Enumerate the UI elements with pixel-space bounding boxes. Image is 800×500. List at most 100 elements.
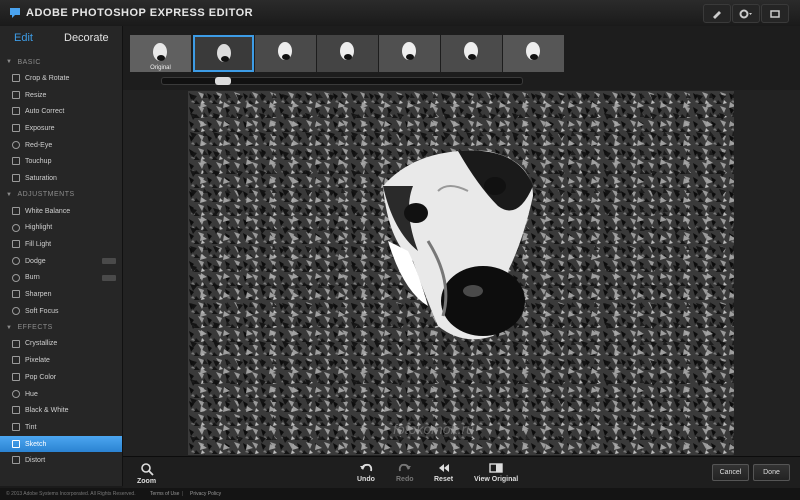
preset-thumbnail-5[interactable] [441,35,502,72]
view-original-button[interactable]: View Original [474,462,518,483]
pen-icon [713,10,721,19]
cancel-button[interactable]: Cancel [712,464,749,481]
undo-button[interactable]: Undo [357,462,375,483]
tab-decorate[interactable]: Decorate [64,32,109,44]
footer: © 2013 Adobe Systems Incorporated. All R… [0,488,800,500]
tool-sharpen[interactable]: Sharpen [0,286,122,303]
tool-sketch[interactable]: Sketch [0,435,122,453]
crystallize-icon [12,339,20,348]
scrollbar-knob[interactable] [215,77,231,85]
preset-thumbnail-4[interactable] [379,35,440,72]
tool-hue[interactable]: Hue [0,386,122,403]
tint-icon [12,423,20,432]
badge [102,257,116,264]
preset-thumbnail-3[interactable] [317,35,378,72]
white-balance-icon [12,206,20,215]
tool-soft-focus[interactable]: Soft Focus [0,303,122,320]
tool-burn[interactable]: Burn [0,270,122,287]
tool-highlight[interactable]: Highlight [0,220,122,237]
badge [102,274,116,281]
sidebar-tabs: Edit Decorate [0,26,122,48]
auto-correct-icon [12,107,20,116]
pixelate-icon [12,356,20,365]
preset-scrollbar[interactable] [161,77,523,85]
magnifier-icon [140,463,154,476]
section-header-effects[interactable]: ▼ EFFECTS [0,320,122,336]
soft-focus-icon [12,306,20,315]
tab-edit[interactable]: Edit [14,32,33,44]
tool-crop-rotate[interactable]: Crop & Rotate [0,70,122,87]
app-logo-icon [10,8,20,18]
preset-thumbnail-original[interactable]: Original [130,35,191,72]
collapse-arrow-icon: ▼ [6,59,13,65]
undo-icon [359,463,373,472]
collapse-arrow-icon: ▼ [6,191,13,198]
thumbnail-image [317,35,378,72]
sidebar: Edit Decorate ▼ BASIC Crop & Rotate Resiz… [0,26,123,486]
sharpen-icon [12,290,20,299]
canvas-area: fotokomok.ru [123,90,800,456]
preset-thumbnail-6[interactable] [503,35,564,72]
thumbnail-image [441,35,502,72]
reset-button[interactable]: Reset [434,462,453,483]
fullscreen-button[interactable] [761,4,789,23]
distort-icon [12,456,20,465]
tool-fill-light[interactable]: Fill Light [0,236,122,253]
tool-pixelate[interactable]: Pixelate [0,352,122,369]
touchup-icon [12,157,20,166]
done-button[interactable]: Done [753,464,790,481]
tool-resize[interactable]: Resize [0,87,122,104]
rewind-icon [438,464,449,472]
burn-icon [12,273,20,282]
black-white-icon [12,406,20,415]
tool-auto-correct[interactable]: Auto Correct [0,103,122,120]
dodge-icon [12,256,20,265]
thumbnail-image [503,35,564,72]
tool-tint[interactable]: Tint [0,419,122,436]
pop-color-icon [12,373,20,381]
privacy-link[interactable]: Privacy Policy [190,491,221,497]
tool-pop-color[interactable]: Pop Color [0,369,122,386]
zoom-button[interactable]: Zoom [137,462,156,485]
tool-crystallize[interactable]: Crystallize [0,336,122,353]
bottom-toolbar: Zoom Undo Redo Reset View Original Cance… [123,456,800,489]
highlight-icon [12,223,20,232]
watermark-text: fotokomok.ru [393,421,474,437]
preset-strip: Original [123,26,800,90]
hue-icon [12,389,20,398]
title-bar: ADOBE PHOTOSHOP EXPRESS EDITOR [0,0,800,27]
thumbnail-image [255,35,316,72]
tool-distort[interactable]: Distort [0,452,122,469]
sketch-icon [12,439,20,448]
pen-button[interactable] [703,4,731,23]
tool-dodge[interactable]: Dodge [0,253,122,270]
dog-sketch-image [188,91,734,455]
collapse-arrow-icon: ▼ [6,324,13,331]
tool-black-white[interactable]: Black & White [0,402,122,419]
section-header-basic[interactable]: ▼ BASIC [0,54,122,70]
saturation-icon [12,174,20,183]
thumbnail-label: Original [150,65,171,71]
tool-touchup[interactable]: Touchup [0,153,122,170]
eye-icon [12,140,20,149]
section-header-adjustments[interactable]: ▼ ADJUSTMENTS [0,187,122,203]
resize-icon [12,90,20,99]
redo-button[interactable]: Redo [396,462,414,483]
photo-canvas[interactable]: fotokomok.ru [188,91,734,455]
redo-icon [398,463,411,472]
crop-icon [12,74,20,82]
terms-link[interactable]: Terms of Use [150,491,179,497]
tool-red-eye[interactable]: Red-Eye [0,137,122,154]
tool-saturation[interactable]: Saturation [0,170,122,187]
settings-button[interactable] [732,4,760,23]
preset-thumbnail-2[interactable] [255,35,316,72]
thumbnail-image [379,35,440,72]
compare-icon [489,463,503,473]
tool-white-balance[interactable]: White Balance [0,203,122,220]
fullscreen-icon [770,9,780,18]
app-title: ADOBE PHOTOSHOP EXPRESS EDITOR [26,7,254,19]
preset-thumbnail-1[interactable] [193,35,254,72]
exposure-icon [12,124,20,133]
tool-exposure[interactable]: Exposure [0,120,122,137]
footer-separator: | [182,491,184,497]
